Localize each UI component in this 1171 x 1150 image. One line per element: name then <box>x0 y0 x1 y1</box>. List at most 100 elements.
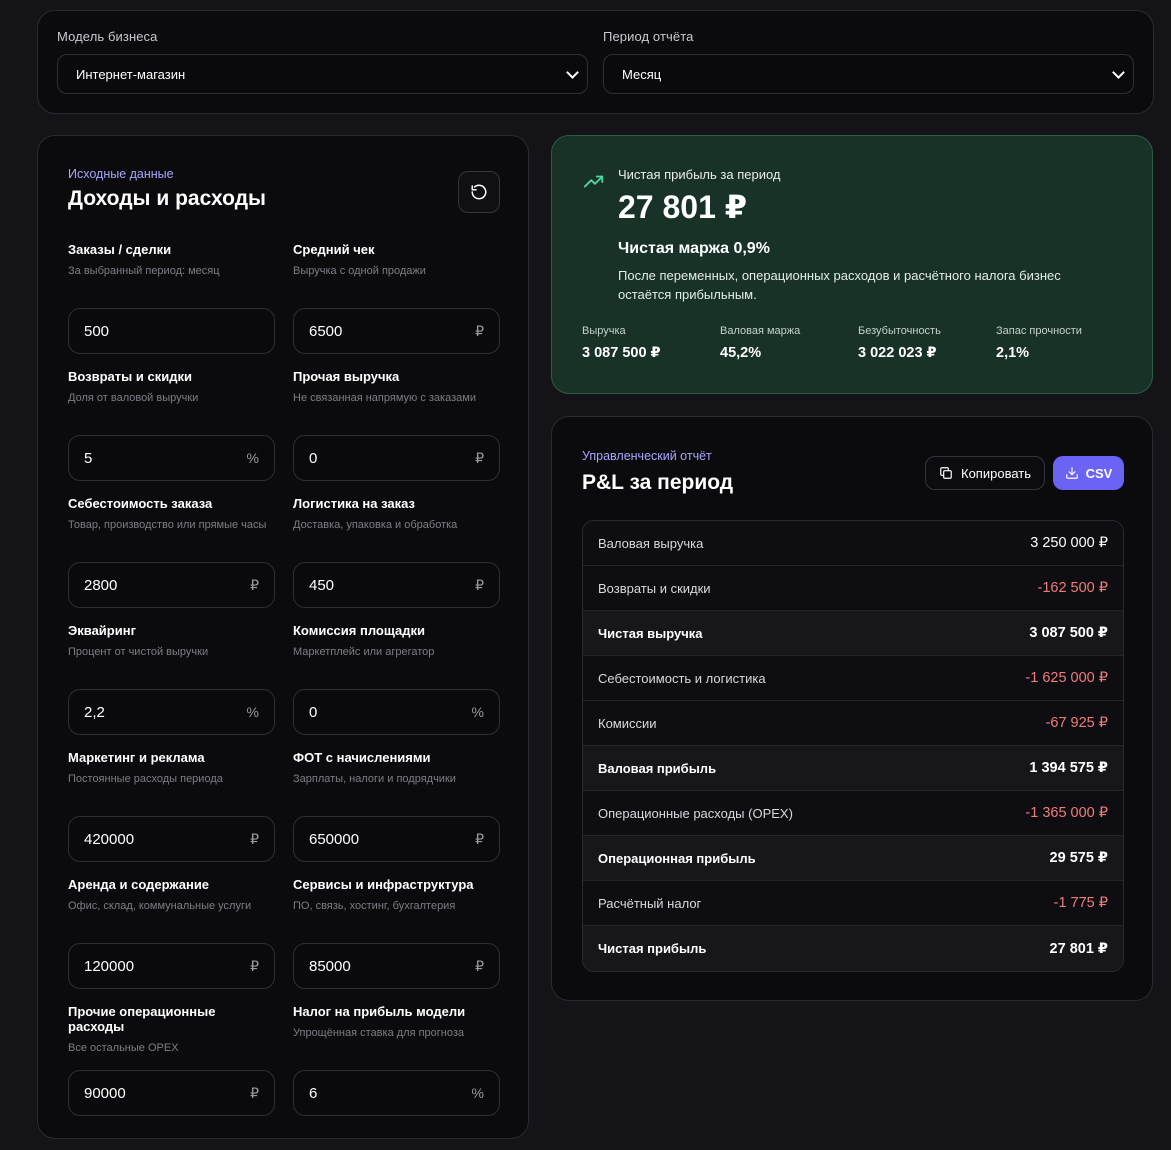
table-row: Комиссии -67 925 ₽ <box>583 701 1123 746</box>
table-row: Расчётный налог -1 775 ₽ <box>583 881 1123 926</box>
pl-table: Валовая выручка 3 250 000 ₽ Возвраты и ски… <box>582 520 1124 972</box>
input-field: Средний чек Выручка с одной продажи 6500 ₽ <box>293 242 500 354</box>
field-input[interactable]: 420000 ₽ <box>68 816 275 862</box>
field-hint: Упрощённая ставка для прогноза <box>293 1027 465 1039</box>
field-input[interactable]: 6% <box>293 1070 500 1116</box>
field-hint: Офис, склад, коммунальные услуги <box>68 900 252 912</box>
field-label: Аренда и содержание <box>68 877 210 892</box>
period-select[interactable]: Месяц <box>603 54 1134 94</box>
field-hint: За выбранный период: месяц <box>68 265 220 277</box>
period-group: Период отчёта Месяц <box>603 29 1134 94</box>
csv-export-button[interactable]: CSV <box>1053 456 1124 490</box>
field-unit: ₽ <box>250 830 259 847</box>
row-amount: -1 625 000 ₽ <box>1025 670 1108 686</box>
kpi-item: Выручка 3 087 500 ₽ <box>582 325 661 361</box>
net-profit-card: Чистая прибыль за период 27 801 ₽ Чистая… <box>551 135 1153 394</box>
field-input[interactable]: 2800 ₽ <box>68 562 275 608</box>
field-hint: Товар, производство или прямые часы <box>68 519 267 531</box>
field-hint: Зарплаты, налоги и подрядчики <box>293 773 456 785</box>
summary-description: После переменных, операционных расходов … <box>618 268 1061 302</box>
field-label: Прочая выручка <box>293 369 400 384</box>
field-value: 420000 <box>84 830 135 848</box>
table-row: Валовая прибыль 1 394 575 ₽ <box>583 746 1123 791</box>
row-amount: -1 365 000 ₽ <box>1025 805 1108 821</box>
field-hint: ПО, связь, хостинг, бухгалтерия <box>293 900 456 912</box>
field-value: 500 <box>84 322 110 340</box>
field-hint: Выручка с одной продажи <box>293 265 426 277</box>
business-model-select[interactable]: Интернет-магазин <box>57 54 588 94</box>
field-unit: ₽ <box>250 576 259 593</box>
field-unit: ₽ <box>475 322 484 339</box>
pl-panel: Управленческий отчёт P&L за период Копир… <box>551 416 1153 1001</box>
row-amount: -162 500 ₽ <box>1037 580 1109 596</box>
copy-button-label: Копировать <box>961 465 1031 481</box>
field-input[interactable]: 5% <box>68 435 275 481</box>
inputs-title: Доходы и расходы <box>68 187 266 210</box>
row-label: Операционные расходы (OPEX) <box>598 805 793 821</box>
kpi-value: 45,2% <box>720 345 762 361</box>
business-model-group: Модель бизнеса Интернет-магазин <box>57 29 588 94</box>
field-label: Эквайринг <box>68 623 136 638</box>
field-input[interactable]: 90000 ₽ <box>68 1070 275 1116</box>
inputs-panel: Исходные данные Доходы и расходы Заказы … <box>37 135 529 1139</box>
table-row: Чистая выручка 3 087 500 ₽ <box>583 611 1123 656</box>
copy-icon <box>940 467 952 479</box>
period-label: Период отчёта <box>603 29 694 44</box>
field-unit: % <box>471 704 484 720</box>
field-hint: Постоянные расходы периода <box>68 773 223 785</box>
field-input[interactable]: 6500 ₽ <box>293 308 500 354</box>
field-input[interactable]: 450 ₽ <box>293 562 500 608</box>
table-row: Валовая выручка 3 250 000 ₽ <box>583 521 1123 566</box>
row-amount: 27 801 ₽ <box>1049 940 1108 957</box>
field-input[interactable]: 85000 ₽ <box>293 943 500 989</box>
field-hint: Процент от чистой выручки <box>68 646 209 658</box>
field-unit: ₽ <box>475 830 484 847</box>
kpi-label: Запас прочности <box>996 325 1082 337</box>
field-input[interactable]: 2,2% <box>68 689 275 735</box>
field-label: ФОТ с начислениями <box>293 750 431 765</box>
input-field: Маркетинг и реклама Постоянные расходы пе… <box>68 750 275 862</box>
field-input[interactable]: 500 <box>68 308 275 354</box>
field-hint: Не связанная напрямую с заказами <box>293 392 476 404</box>
field-value: 2,2 <box>84 703 105 721</box>
row-label: Валовая выручка <box>598 535 704 551</box>
field-value: 90000 <box>84 1084 126 1102</box>
field-label: Заказы / сделки <box>68 242 172 257</box>
input-field: ФОТ с начислениями Зарплаты, налоги и под… <box>293 750 500 862</box>
field-value: 0 <box>309 703 318 721</box>
business-model-value: Интернет-магазин <box>76 66 186 82</box>
field-label: Возвраты и скидки <box>68 369 192 384</box>
row-label: Возвраты и скидки <box>598 580 711 596</box>
kpi-value: 3 087 500 ₽ <box>582 345 661 361</box>
copy-button[interactable]: Копировать <box>925 456 1045 490</box>
kpi-value: 2,1% <box>996 345 1030 361</box>
field-label: Прочие операционные расходы <box>68 1004 216 1034</box>
field-input[interactable]: 0 ₽ <box>293 435 500 481</box>
row-amount: 29 575 ₽ <box>1049 850 1108 866</box>
field-input[interactable]: 120000 ₽ <box>68 943 275 989</box>
input-field: Заказы / сделки За выбранный период: меся… <box>68 242 275 354</box>
input-field: Возвраты и скидки Доля от валовой выручки… <box>68 369 275 481</box>
input-field: Прочие операционные расходы Все остальные… <box>68 1004 275 1116</box>
reset-button[interactable] <box>458 171 500 213</box>
field-unit: ₽ <box>475 449 484 466</box>
row-label: Комиссии <box>598 715 657 731</box>
row-amount: -1 775 ₽ <box>1053 895 1108 911</box>
net-profit-label: Чистая прибыль за период <box>618 167 781 182</box>
table-row: Операционные расходы (OPEX) -1 365 000 ₽ <box>583 791 1123 836</box>
field-input[interactable]: 0% <box>293 689 500 735</box>
field-input[interactable]: 650000 ₽ <box>293 816 500 862</box>
table-row: Чистая прибыль 27 801 ₽ <box>583 926 1123 971</box>
input-field: Логистика на заказ Доставка, упаковка и о… <box>293 496 500 608</box>
trending-up-icon <box>583 175 604 188</box>
kpi-label: Безубыточность <box>858 325 941 337</box>
field-unit: % <box>246 450 259 466</box>
field-unit: % <box>471 1085 484 1101</box>
inputs-eyebrow: Исходные данные <box>68 167 174 181</box>
input-field: Прочая выручка Не связанная напрямую с за… <box>293 369 500 481</box>
field-hint: Маркетплейс или агрегатор <box>293 646 435 658</box>
input-field: Сервисы и инфраструктура ПО, связь, хости… <box>293 877 500 989</box>
field-value: 120000 <box>84 957 135 975</box>
field-label: Средний чек <box>293 242 375 257</box>
chevron-down-icon <box>1112 65 1125 79</box>
